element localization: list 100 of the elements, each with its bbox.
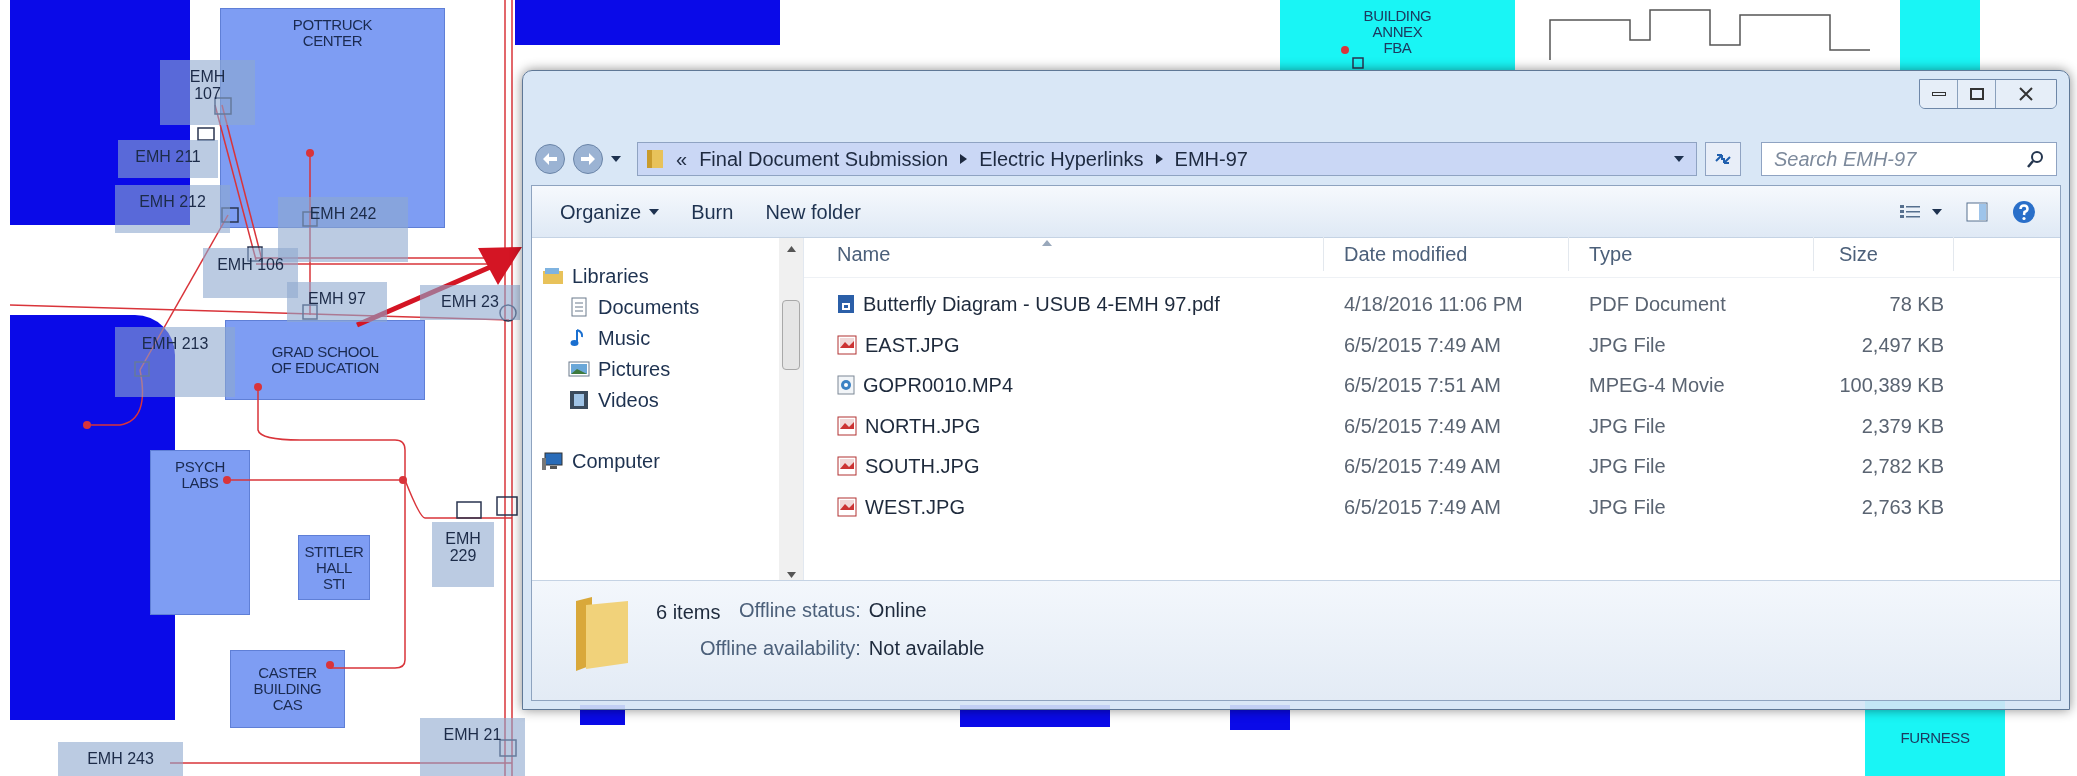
building-label: PSYCH LABS xyxy=(175,459,225,491)
nav-item[interactable]: Music xyxy=(532,322,779,353)
vault-symbol xyxy=(499,304,517,322)
file-row[interactable]: WEST.JPG 6/5/2015 7:49 AM JPG File 2,763 KB xyxy=(804,486,2060,527)
search-field[interactable]: Search EMH-97 xyxy=(1761,142,2057,176)
back-button[interactable] xyxy=(535,144,565,174)
file-date: 4/18/2016 11:06 PM xyxy=(1343,292,1524,318)
file-size: 100,389 KB xyxy=(1838,373,1945,399)
chevron-icon xyxy=(960,154,968,164)
detail-label: Offline availability: xyxy=(700,636,861,661)
detail-value: Not available xyxy=(868,636,985,661)
nav-item[interactable]: Videos xyxy=(532,384,779,415)
nav-item[interactable]: Computer xyxy=(532,445,779,476)
file-row[interactable]: Butterfly Diagram - USUB 4-EMH 97.pdf 4/18/2016 11:06 PM PDF Document 78 KB xyxy=(804,284,2060,325)
vault-symbol xyxy=(134,361,150,377)
file-size: 2,763 KB xyxy=(1860,494,1945,520)
vault-symbol xyxy=(496,496,518,516)
junction-dot xyxy=(83,421,91,429)
maximize-icon xyxy=(1969,88,1984,100)
file-date: 6/5/2015 7:49 AM xyxy=(1343,494,1502,520)
vault-symbol xyxy=(221,207,239,223)
computer-icon xyxy=(542,449,564,472)
forward-arrow-icon xyxy=(581,153,595,165)
file-date: 6/5/2015 7:49 AM xyxy=(1343,332,1502,358)
close-button[interactable] xyxy=(1996,80,2056,108)
file-type: JPG File xyxy=(1588,413,1667,439)
toolbar-button[interactable]: Organize xyxy=(544,192,676,231)
breadcrumb-item[interactable]: Electric Hyperlinks xyxy=(979,144,1144,174)
column-header[interactable]: Name xyxy=(804,237,1324,271)
help-icon xyxy=(2012,199,2036,224)
junction-dot xyxy=(1341,46,1349,54)
vault-label: EMH 106 xyxy=(217,256,284,273)
vault-label: EMH 21 xyxy=(443,726,502,743)
column-header[interactable]: Date modified xyxy=(1324,237,1569,271)
building-label: CASTER BUILDING CAS xyxy=(253,665,322,713)
vault-label: EMH 229 xyxy=(445,530,481,564)
caret-icon xyxy=(1674,156,1684,162)
vault-symbol xyxy=(302,304,318,320)
file-date: 6/5/2015 7:49 AM xyxy=(1343,454,1502,480)
nav-item[interactable]: Pictures xyxy=(532,353,779,384)
file-type: JPG File xyxy=(1588,332,1667,358)
vault-symbol xyxy=(214,97,232,115)
forward-button[interactable] xyxy=(573,144,603,174)
caret-icon xyxy=(611,156,621,162)
toolbar-button[interactable]: Burn xyxy=(675,192,750,231)
minimize-icon xyxy=(1931,92,1946,96)
column-header[interactable]: Size xyxy=(1814,237,1954,271)
scroll-up-icon xyxy=(786,246,796,252)
building-label: FURNESS xyxy=(1900,730,1970,746)
junction-dot xyxy=(306,149,314,157)
column-header[interactable]: Type xyxy=(1569,237,1814,271)
toolbar-button[interactable]: New folder xyxy=(749,192,877,231)
image-file-icon xyxy=(837,415,857,436)
breadcrumb-item[interactable]: Final Document Submission xyxy=(699,144,949,174)
file-row[interactable]: GOPR0010.MP4 6/5/2015 7:51 AM MPEG-4 Movie 100,389 KB xyxy=(804,365,2060,406)
preview-pane-icon xyxy=(1966,201,1988,222)
junction-dot xyxy=(399,476,407,484)
file-size: 2,379 KB xyxy=(1860,413,1945,439)
file-row[interactable]: NORTH.JPG 6/5/2015 7:49 AM JPG File 2,379 KB xyxy=(804,405,2060,446)
building-label: GRAD SCHOOL OF EDUCATION xyxy=(271,344,379,376)
building-label: BUILDING ANNEX FBA xyxy=(1363,8,1432,56)
maximize-button[interactable] xyxy=(1958,80,1996,108)
documents-icon xyxy=(568,295,590,318)
details-view-icon xyxy=(1900,203,1920,220)
junction-dot xyxy=(223,476,231,484)
search-icon xyxy=(2027,150,2045,168)
video-file-icon xyxy=(837,375,855,396)
file-name: EAST.JPG xyxy=(865,332,960,358)
junction-dot xyxy=(254,383,262,391)
scroll-down-icon xyxy=(786,572,796,578)
sort-arrow-icon xyxy=(1042,240,1052,246)
vault-label: EMH 97 xyxy=(308,290,366,307)
file-name: Butterfly Diagram - USUB 4-EMH 97.pdf xyxy=(863,292,1220,318)
building-label: POTTRUCK CENTER xyxy=(292,17,373,49)
overflow-mark[interactable]: « xyxy=(676,144,688,174)
file-date: 6/5/2015 7:49 AM xyxy=(1343,413,1502,439)
minimize-button[interactable] xyxy=(1920,80,1958,108)
breadcrumb-item[interactable]: EMH-97 xyxy=(1174,144,1248,174)
image-file-icon xyxy=(837,334,857,355)
vault-symbol xyxy=(499,739,517,757)
file-name: WEST.JPG xyxy=(865,494,965,520)
file-name: SOUTH.JPG xyxy=(865,454,980,480)
image-file-icon xyxy=(837,496,857,517)
scrollbar[interactable] xyxy=(779,238,803,580)
file-name: NORTH.JPG xyxy=(865,413,981,439)
scrollbar-thumb[interactable] xyxy=(782,300,800,370)
film-icon xyxy=(568,388,590,411)
nav-item[interactable]: Documents xyxy=(532,291,779,322)
file-row[interactable]: EAST.JPG 6/5/2015 7:49 AM JPG File 2,497 KB xyxy=(804,324,2060,365)
address-bar[interactable]: « Final Document Submission Electric Hyperlinks EMH-97 xyxy=(637,142,1697,176)
file-size: 78 KB xyxy=(1888,292,1945,318)
file-row[interactable]: SOUTH.JPG 6/5/2015 7:49 AM JPG File 2,782 KB xyxy=(804,446,2060,487)
refresh-button[interactable] xyxy=(1705,142,1741,176)
vault-symbol xyxy=(1352,57,1364,69)
nav-item[interactable]: Libraries xyxy=(532,260,779,291)
vault-symbol xyxy=(197,127,215,141)
file-type: JPG File xyxy=(1588,454,1667,480)
refresh-icon xyxy=(1714,152,1732,166)
file-type: PDF Document xyxy=(1588,292,1727,318)
vault-label: EMH 23 xyxy=(441,293,499,310)
